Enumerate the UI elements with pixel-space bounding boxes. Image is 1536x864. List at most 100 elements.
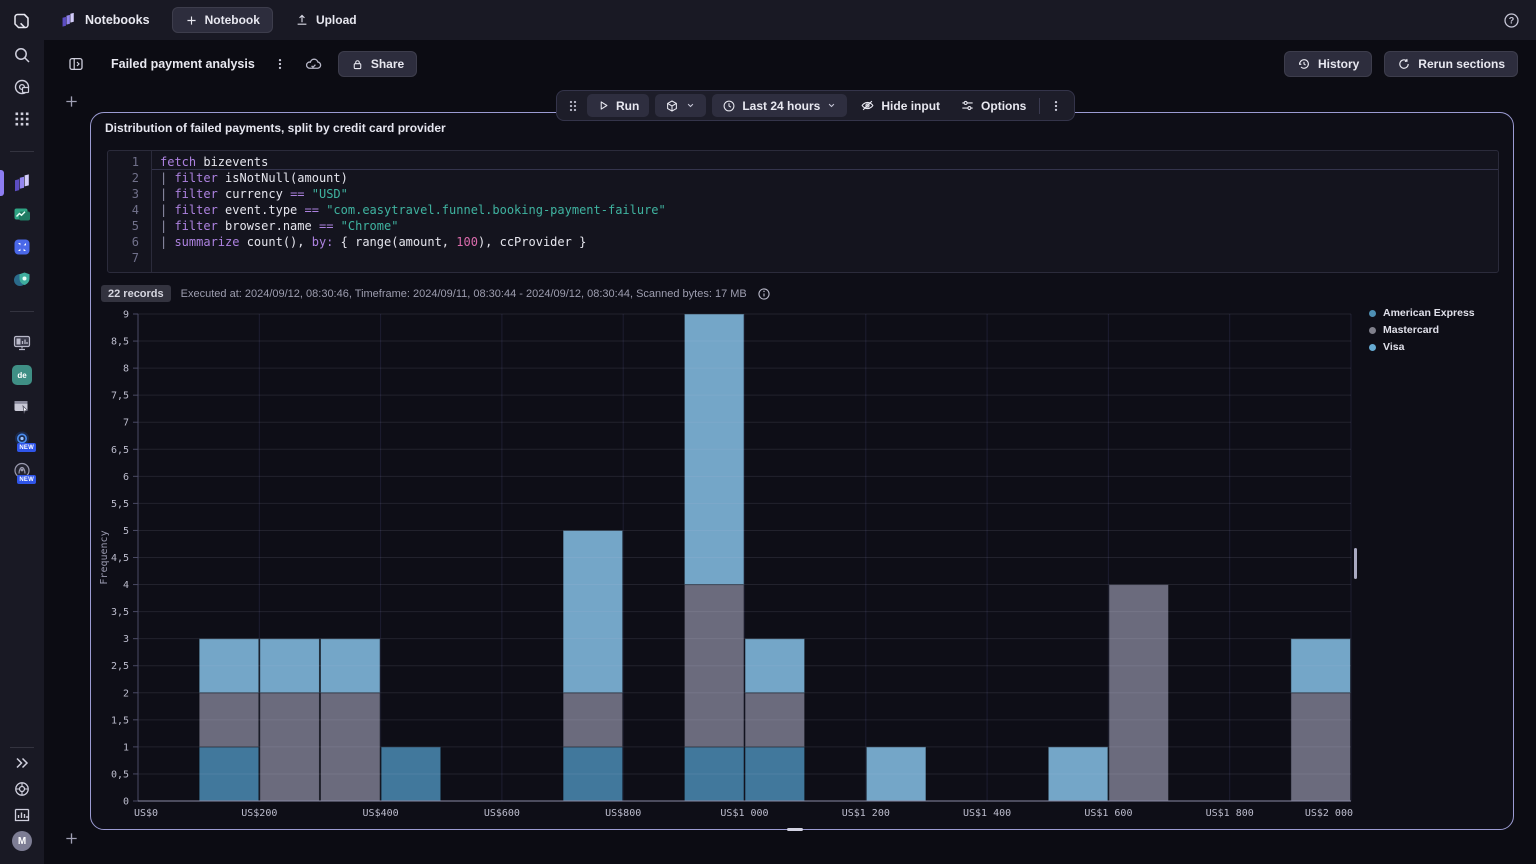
x-axis-tick-label: US$200: [241, 808, 277, 819]
play-icon: [600, 101, 608, 110]
code-line[interactable]: | filter isNotNull(amount): [152, 170, 1498, 186]
usage-chart-icon[interactable]: [12, 805, 32, 825]
sidebar-item-dashboards[interactable]: [12, 205, 32, 225]
sidebar-item-davis-app[interactable]: NEW: [12, 429, 36, 452]
x-axis-tick-label: US$1 200: [842, 808, 890, 819]
rail-divider: [10, 151, 34, 152]
hide-input-button[interactable]: Hide input: [853, 98, 947, 113]
upload-label: Upload: [315, 13, 357, 27]
x-axis-tick-label: US$400: [363, 808, 399, 819]
code-line[interactable]: [152, 250, 1498, 266]
y-axis-tick-label: 5: [123, 526, 129, 537]
new-notebook-button[interactable]: Notebook: [171, 7, 273, 33]
y-axis-tick-label: 4,5: [111, 553, 129, 564]
y-axis-tick-label: 4: [123, 580, 129, 591]
legend-item[interactable]: Visa: [1369, 341, 1475, 353]
sync-status-cloud-icon: [301, 52, 326, 77]
chevron-down-icon: [829, 103, 835, 108]
section-menu-icon[interactable]: [1046, 99, 1066, 113]
line-number: 5: [131, 219, 139, 233]
y-axis-tick-label: 6,5: [111, 445, 129, 456]
history-label: History: [1317, 57, 1360, 71]
section-resize-handle[interactable]: [787, 828, 803, 831]
app-grid-icon[interactable]: [12, 109, 32, 129]
lock-icon: [353, 59, 362, 69]
x-axis-tick-label: US$600: [484, 808, 520, 819]
search-icon[interactable]: [12, 45, 32, 65]
history-button[interactable]: History: [1283, 51, 1373, 77]
legend-item[interactable]: Mastercard: [1369, 324, 1475, 336]
sidebar-item-de-app[interactable]: de: [12, 365, 32, 385]
top-app-bar: Notebooks Notebook Upload ?: [0, 0, 1536, 40]
chart-legend: American Express Mastercard Visa: [1369, 307, 1475, 353]
page-title: Failed payment analysis: [111, 57, 255, 71]
section-toolbar: Run Last 24 hours Hide input Options: [556, 90, 1076, 121]
line-number: 7: [131, 251, 139, 265]
code-line[interactable]: | filter event.type == "com.easytravel.f…: [152, 202, 1498, 218]
x-axis-tick-label: US$800: [605, 808, 641, 819]
plus-icon: [187, 15, 196, 25]
y-axis-tick-label: 1: [123, 742, 129, 753]
code-lines[interactable]: fetch bizevents | filter isNotNull(amount…: [152, 151, 1498, 272]
chevron-down-icon: [688, 103, 694, 108]
discover-icon[interactable]: [12, 77, 32, 97]
histogram-svg[interactable]: 0 0,5 1 1,5 2 2,5 3 3,5 4 4,5 5 5,5 6 6,5 7 7,5 8 8,5 9 US$…: [97, 304, 1511, 821]
code-line[interactable]: | filter browser.name == "Chrome": [152, 218, 1498, 234]
share-label: Share: [370, 57, 405, 71]
y-axis-tick-label: 7: [123, 418, 129, 429]
drag-handle-icon[interactable]: [565, 99, 581, 113]
sidebar-item-kubernetes[interactable]: [12, 237, 32, 257]
code-line[interactable]: fetch bizevents: [152, 154, 1498, 170]
notebooks-icon: [62, 12, 74, 27]
sidebar-item-grail-app[interactable]: NEW: [12, 461, 36, 484]
chart[interactable]: 0 0,5 1 1,5 2 2,5 3 3,5 4 4,5 5 5,5 6 6,5 7 7,5 8 8,5 9 US$…: [97, 304, 1511, 821]
expand-rail-icon[interactable]: [12, 753, 32, 773]
options-button[interactable]: Options: [953, 98, 1033, 113]
new-badge: NEW: [17, 475, 36, 484]
document-menu-icon[interactable]: [269, 53, 291, 75]
upload-button[interactable]: Upload: [295, 13, 357, 27]
y-axis-tick-label: 0: [123, 797, 129, 808]
rerun-sections-button[interactable]: Rerun sections: [1384, 51, 1518, 77]
share-button[interactable]: Share: [337, 51, 418, 77]
line-number: 3: [131, 187, 139, 201]
add-section-button[interactable]: [64, 831, 79, 846]
support-icon[interactable]: [12, 779, 32, 799]
legend-dot: [1369, 309, 1376, 317]
notebooks-app-brand[interactable]: Notebooks: [60, 12, 150, 29]
visualization-picker-button[interactable]: [655, 94, 707, 117]
notebook-panel-icon[interactable]: [64, 52, 88, 76]
legend-item[interactable]: American Express: [1369, 307, 1475, 319]
legend-dot: [1369, 326, 1376, 334]
y-axis-title: Frequency: [99, 530, 110, 584]
info-icon[interactable]: [757, 287, 771, 301]
user-avatar[interactable]: M: [12, 831, 32, 851]
rerun-label: Rerun sections: [1418, 57, 1505, 71]
sidebar-item-security[interactable]: [12, 269, 32, 289]
add-section-button[interactable]: [64, 94, 79, 109]
editor-gutter: 1 2 3 4 5 6 7: [108, 151, 152, 272]
y-axis-tick-label: 3,5: [111, 607, 129, 618]
run-button[interactable]: Run: [587, 94, 650, 117]
line-number: 6: [131, 235, 139, 249]
dql-editor[interactable]: 1 2 3 4 5 6 7 fetch bizevents | filter isNotNul…: [107, 150, 1499, 273]
options-label: Options: [981, 98, 1027, 113]
code-line[interactable]: | summarize count(), by: { range(amount,…: [152, 234, 1498, 250]
active-app-indicator: [0, 170, 4, 196]
chart-scrollbar-thumb[interactable]: [1354, 548, 1357, 579]
x-axis-tick-label: US$1 800: [1206, 808, 1254, 819]
code-line[interactable]: | filter currency == "USD": [152, 186, 1498, 202]
clock-icon: [723, 100, 735, 111]
hide-input-label: Hide input: [881, 98, 941, 113]
sidebar-item-hosts-classic[interactable]: [12, 333, 32, 353]
x-axis-tick-label: US$1 000: [720, 808, 768, 819]
legend-label: Visa: [1383, 341, 1405, 353]
y-axis-tick-label: 8: [123, 364, 129, 375]
line-number: 1: [131, 155, 139, 169]
dynatrace-logo-icon[interactable]: [12, 11, 32, 31]
sidebar-item-session-app[interactable]: [12, 397, 32, 417]
timeframe-button[interactable]: Last 24 hours: [712, 94, 848, 117]
rail-divider: [10, 311, 34, 312]
sidebar-item-notebooks[interactable]: [12, 173, 32, 193]
help-icon[interactable]: ?: [1503, 12, 1520, 29]
